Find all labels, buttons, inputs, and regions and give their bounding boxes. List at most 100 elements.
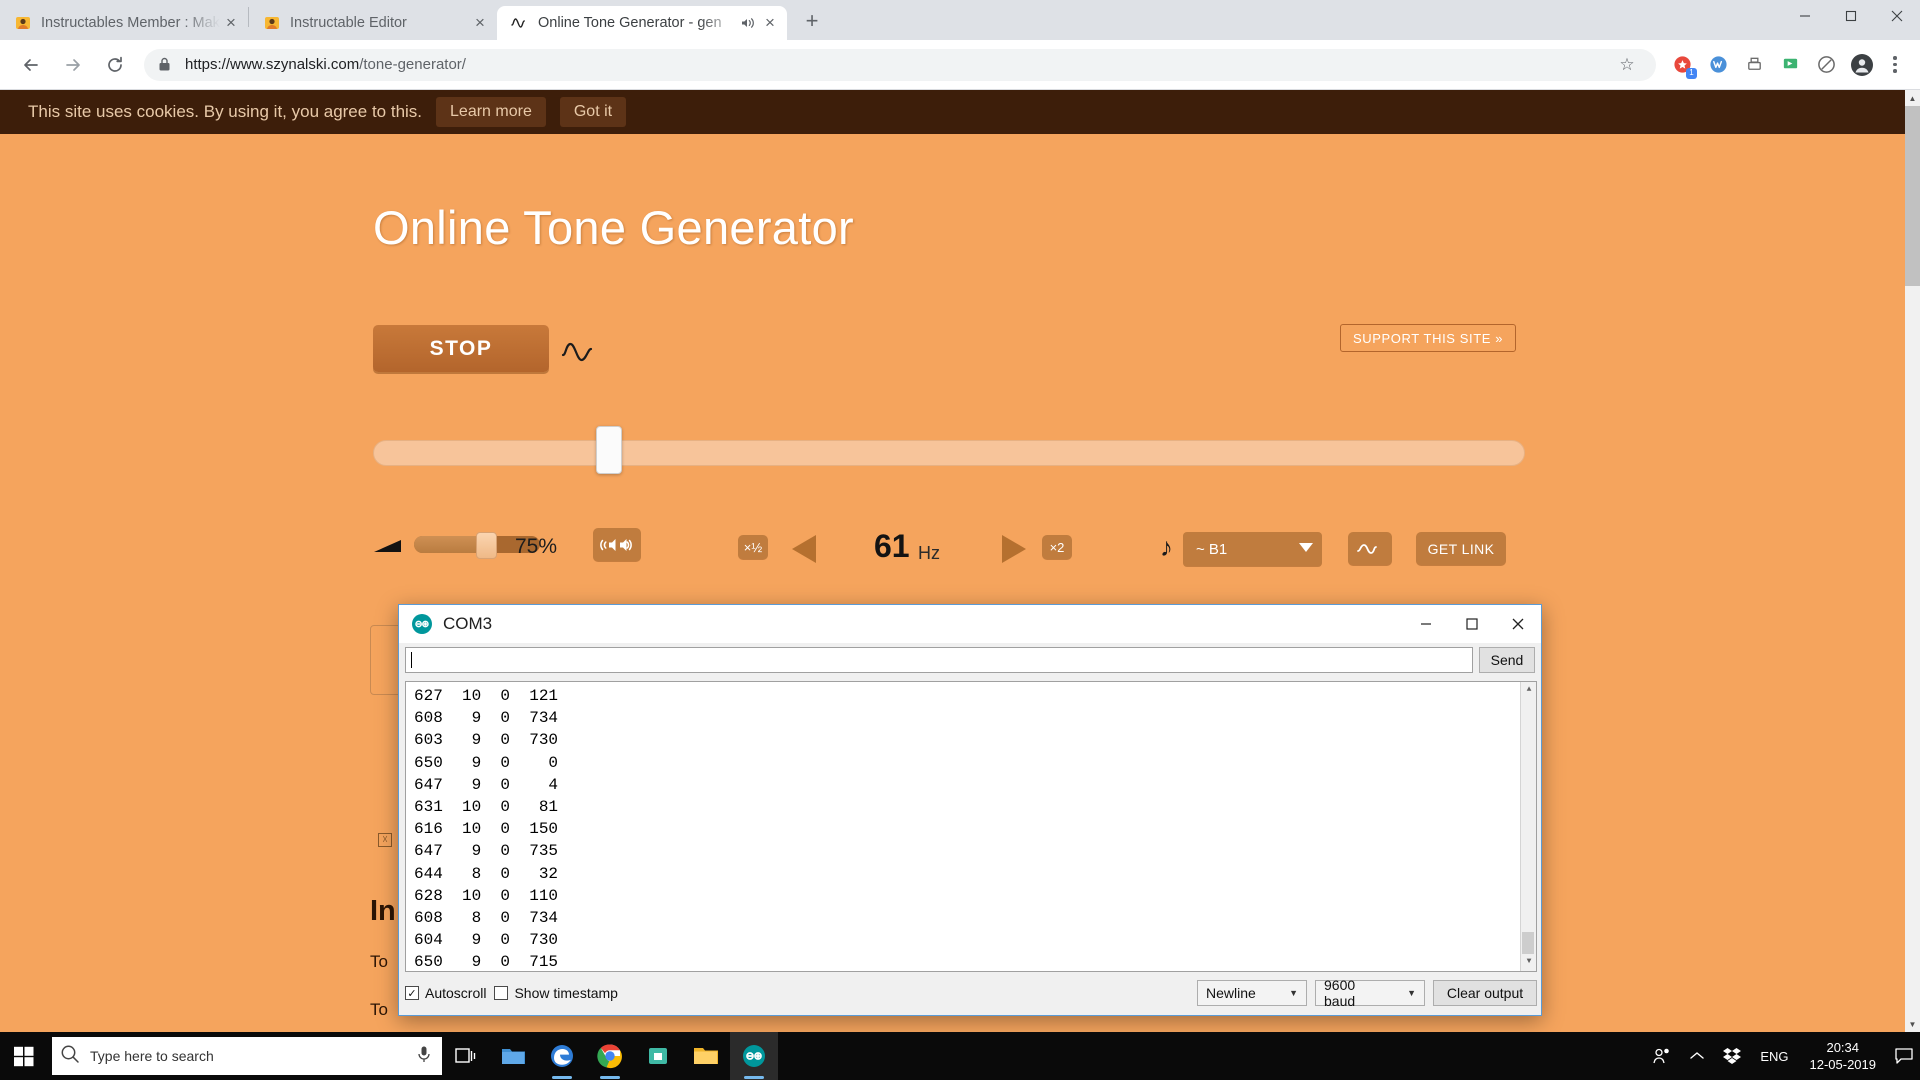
screencast-icon[interactable] [1775,50,1805,80]
tone-controls-row: 75% ×½ 61 Hz ×2 ♪ ~ B1 GET LINK [0,510,1920,570]
triangle-right-icon[interactable] [1000,533,1028,570]
tab-strip: Instructables Member : Maker BR × Instru… [0,0,1920,40]
cookie-learn-more-button[interactable]: Learn more [436,97,546,127]
new-tab-button[interactable]: + [795,4,829,38]
sine-wave-icon [511,14,529,32]
arduino-icon[interactable] [730,1032,778,1080]
page-paragraph-1: To [370,952,388,971]
browser-tab-1-close-icon[interactable]: × [220,12,242,34]
scroll-down-arrow-icon[interactable]: ▼ [1905,1016,1920,1032]
print-icon[interactable] [1739,50,1769,80]
get-link-button[interactable]: GET LINK [1416,532,1506,565]
page-scrollbar-thumb[interactable] [1905,106,1920,286]
text-caret [411,652,412,668]
serial-output-row: 608 8 0 734 [414,909,559,928]
back-icon[interactable] [13,47,49,83]
autoscroll-label: Autoscroll [425,985,487,1001]
double-frequency-button[interactable]: ×2 [1042,535,1072,559]
people-icon[interactable] [1643,1047,1681,1065]
action-center-icon[interactable] [1888,1048,1920,1064]
store-icon[interactable] [634,1032,682,1080]
serial-minimize-button[interactable] [1403,605,1449,643]
dropbox-icon[interactable] [1713,1047,1751,1065]
microphone-icon[interactable] [416,1045,432,1068]
language-indicator[interactable]: ENG [1751,1049,1797,1064]
support-this-site-button[interactable]: SUPPORT THIS SITE » [1340,324,1517,352]
bookmark-star-icon[interactable]: ☆ [1612,55,1642,75]
serial-output-row: 628 10 0 110 [414,886,559,905]
browser-maximize-button[interactable] [1828,0,1874,32]
baud-rate-dropdown[interactable]: 9600 baud ▼ [1315,977,1425,1009]
page-scrollbar-vertical[interactable]: ▲ ▼ [1905,90,1920,1032]
page-checkbox-behind-dialog[interactable]: ☓ [378,833,392,847]
serial-monitor-input-row: Send [399,643,1541,677]
browser-tab-2[interactable]: Instructable Editor × [249,6,497,40]
windows-start-icon[interactable] [0,1032,48,1080]
scroll-down-arrow-icon[interactable]: ▼ [1521,954,1536,971]
adblock-icon[interactable] [1811,50,1841,80]
browser-tab-3-active[interactable]: Online Tone Generator - gen × [497,6,787,40]
browser-window-controls [1782,0,1920,40]
serial-monitor-bottom-bar: ✓ Autoscroll Show timestamp Newline ▼ 96… [405,977,1537,1009]
note-select-dropdown[interactable]: ~ B1 [1183,532,1322,566]
task-view-icon[interactable] [442,1032,490,1080]
scroll-up-arrow-icon[interactable]: ▲ [1905,90,1920,106]
page-title: Online Tone Generator [373,201,854,254]
instructables-icon [14,14,32,32]
serial-output-row: 650 9 0 715 [414,953,559,972]
serial-output-scrollbar[interactable]: ▲ ▼ [1520,682,1536,971]
reload-icon[interactable] [97,47,133,83]
serial-send-input[interactable] [405,647,1473,673]
browser-minimize-button[interactable] [1782,0,1828,32]
frequency-slider-thumb[interactable] [596,426,622,474]
file-explorer-blue-icon[interactable] [490,1032,538,1080]
serial-output-row: 631 10 0 81 [414,798,559,817]
send-button[interactable]: Send [1479,647,1535,673]
serial-output-row: 604 9 0 730 [414,931,559,950]
note-select-value: ~ B1 [1196,540,1228,558]
speaker-playing-icon[interactable] [739,16,757,30]
cookie-got-it-button[interactable]: Got it [559,97,627,127]
serial-output-console[interactable]: 627 10 0 121 608 9 0 734 603 9 0 730 650 9 … [405,681,1537,972]
frequency-value: 61 [874,528,910,564]
frequency-slider-track[interactable] [373,440,1525,466]
halve-frequency-button[interactable]: ×½ [738,535,768,559]
line-ending-dropdown[interactable]: Newline ▼ [1197,980,1307,1006]
mute-toggle-icon[interactable] [593,528,641,561]
serial-monitor-titlebar[interactable]: COM3 [399,605,1541,643]
windows-taskbar: Type here to search ENG 20:34 12-05-2019 [0,1032,1920,1080]
taskbar-clock[interactable]: 20:34 12-05-2019 [1798,1039,1889,1073]
serial-close-button[interactable] [1495,605,1541,643]
taskbar-search-input[interactable]: Type here to search [52,1037,442,1075]
wappalyzer-icon[interactable] [1703,50,1733,80]
folder-icon[interactable] [682,1032,730,1080]
browser-tab-1[interactable]: Instructables Member : Maker BR × [0,6,248,40]
serial-maximize-button[interactable] [1449,605,1495,643]
arduino-logo-icon [411,613,433,635]
browser-close-button[interactable] [1874,0,1920,32]
serial-output-row: 616 10 0 150 [414,820,559,839]
system-tray: ENG 20:34 12-05-2019 [1643,1032,1920,1080]
stop-button[interactable]: STOP [373,325,549,372]
extension-badge-icon[interactable]: 1 [1667,50,1697,80]
browser-tab-2-close-icon[interactable]: × [469,12,491,34]
show-timestamp-checkbox[interactable]: Show timestamp [494,985,618,1001]
address-bar[interactable]: https://www.szynalski.com/tone-generator… [144,48,1656,81]
show-hidden-icons-chevron[interactable] [1681,1051,1713,1061]
triangle-left-icon[interactable] [790,533,818,570]
three-dots-menu-icon[interactable] [1880,56,1910,73]
clear-output-button[interactable]: Clear output [1433,980,1537,1006]
profile-avatar-icon[interactable] [1847,50,1877,80]
forward-icon[interactable] [55,47,91,83]
volume-slider-thumb[interactable] [476,532,497,559]
extension-badge-count: 1 [1686,67,1697,79]
chrome-icon[interactable] [586,1032,634,1080]
edge-icon[interactable] [538,1032,586,1080]
serial-monitor-window: COM3 Send 627 10 0 121 608 9 0 734 603 9… [398,604,1542,1016]
scroll-up-arrow-icon[interactable]: ▲ [1521,682,1536,699]
chrome-browser-window: Instructables Member : Maker BR × Instru… [0,0,1920,1032]
autoscroll-checkbox[interactable]: ✓ Autoscroll [405,985,486,1001]
wave-type-button[interactable] [1348,532,1392,565]
cookie-consent-bar: This site uses cookies. By using it, you… [0,90,1906,134]
browser-tab-3-close-icon[interactable]: × [759,12,781,34]
